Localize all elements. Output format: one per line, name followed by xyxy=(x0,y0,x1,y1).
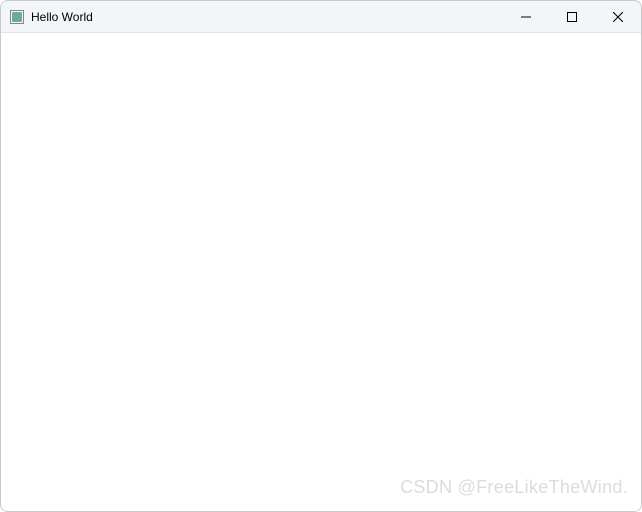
application-window: Hello World xyxy=(0,0,642,512)
window-title: Hello World xyxy=(31,10,93,24)
minimize-icon xyxy=(521,12,531,22)
client-area xyxy=(1,33,641,511)
maximize-button[interactable] xyxy=(549,1,595,32)
close-icon xyxy=(613,12,623,22)
close-button[interactable] xyxy=(595,1,641,32)
maximize-icon xyxy=(567,12,577,22)
titlebar[interactable]: Hello World xyxy=(1,1,641,33)
minimize-button[interactable] xyxy=(503,1,549,32)
window-controls xyxy=(503,1,641,32)
app-icon xyxy=(9,9,25,25)
